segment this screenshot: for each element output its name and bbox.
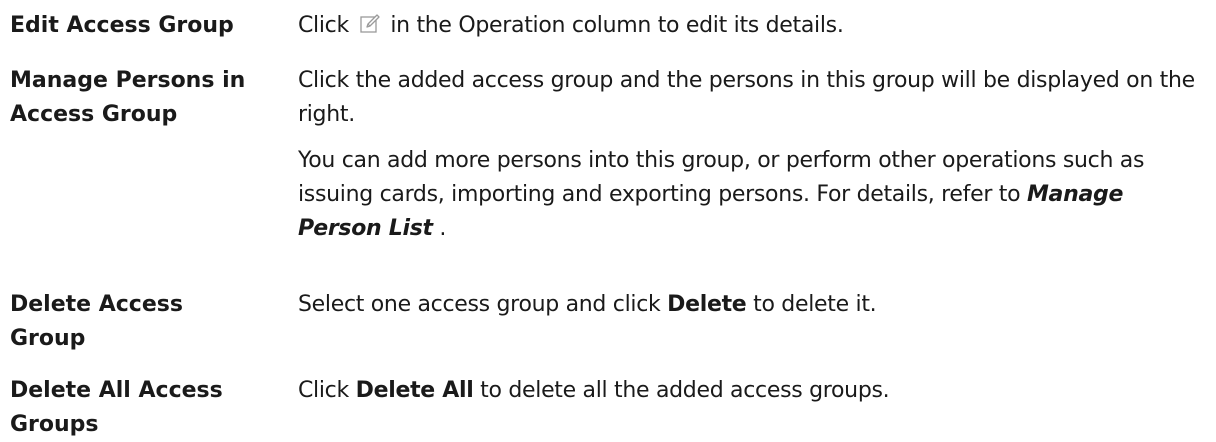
desc-paragraph: You can add more persons into this group… [298,144,1208,246]
desc-text: to delete all the added access groups. [473,378,890,403]
term-manage-persons: Manage Persons in Access Group [0,64,298,132]
desc-text: Select one access group and click [298,292,668,317]
term-line: Groups [10,412,99,437]
desc-text: Click [298,378,356,403]
delete-button-label: Delete [667,292,747,317]
desc-delete-access-group: Select one access group and click Delete… [298,288,1216,322]
term-line: Delete All Access [10,378,223,403]
desc-paragraph: Click the added access group and the per… [298,68,1195,127]
table-row-delete-all-access-groups: Delete All Access Groups Click Delete Al… [0,374,1216,439]
term-delete-access-group: Delete Access Group [0,288,298,356]
term-edit-access-group: Edit Access Group [10,13,234,38]
desc-text: . [432,216,447,241]
term-line: Manage Persons in [10,68,246,93]
delete-all-button-label: Delete All [355,378,474,403]
term-line: Group [10,326,86,351]
term-delete-all-access-groups: Delete All Access Groups [0,374,298,442]
desc-edit-access-group: Click in the Operation column to edit it… [298,9,1216,43]
desc-text: Click [298,13,356,38]
term-line: Delete Access [10,292,183,317]
desc-text: in the Operation column to edit its deta… [383,13,844,38]
desc-text: to delete it. [746,292,877,317]
edit-icon [359,12,381,34]
table-row-edit-access-group: Edit Access Group Click in the Operation… [0,0,1216,58]
table-row-manage-persons: Manage Persons in Access Group Click the… [0,58,1216,282]
desc-text: You can add more persons into this group… [298,148,1145,207]
table-row-delete-access-group: Delete Access Group Select one access gr… [0,282,1216,374]
term-line: Access Group [10,102,178,127]
desc-delete-all-access-groups: Click Delete All to delete all the added… [298,374,1216,408]
parameter-description-table: Edit Access Group Click in the Operation… [0,0,1216,439]
desc-manage-persons: Click the added access group and the per… [298,64,1216,246]
